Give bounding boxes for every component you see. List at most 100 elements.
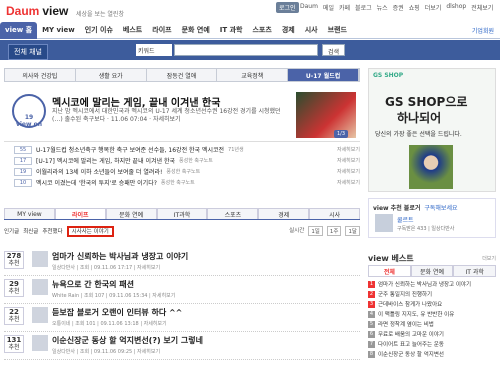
best-item-title[interactable]: 근데바이스 참게가 나왔아요: [378, 300, 442, 308]
sort-recommended[interactable]: 추천했다: [42, 227, 62, 235]
sort-latest[interactable]: 최신글: [23, 227, 38, 235]
best-item-title[interactable]: 무료로 배움의 고마운 이야기: [378, 330, 444, 338]
sort-popular[interactable]: 인기글: [4, 227, 19, 235]
best-more-link[interactable]: 더보기: [482, 255, 496, 262]
blogger-avatar[interactable]: [32, 251, 48, 267]
topic-tab-worldcup[interactable]: U-17 월드컵: [288, 69, 359, 81]
nav-tab-home[interactable]: view 홈: [0, 21, 38, 39]
nav-tab-best[interactable]: 베스트: [118, 22, 147, 39]
category-tab-it[interactable]: IT과학: [156, 208, 208, 219]
best-item-title[interactable]: 이 맥틀링 지지도, 유 반반한 이유: [378, 310, 454, 318]
best-item[interactable]: 6 무료로 배움의 고마운 이야기: [368, 329, 496, 339]
item-title[interactable]: U-17월드컵 청소년축구 행복한 축구 보여준 선수들, 16강전 한국 멕시…: [36, 145, 224, 154]
nav-tab-current[interactable]: 시사: [300, 22, 323, 39]
blogger-avatar[interactable]: [32, 307, 48, 323]
search-input[interactable]: [174, 44, 318, 56]
top-link-stock[interactable]: 증권: [393, 3, 404, 12]
all-channels-button[interactable]: 전체 채널: [8, 44, 48, 60]
best-item-title[interactable]: 군주 통일지의 진행하기: [378, 290, 432, 298]
search-button[interactable]: 검색: [322, 44, 346, 56]
search-type-select[interactable]: 키워드: [136, 44, 172, 56]
nav-tab-issue[interactable]: 인기 이슈: [80, 22, 118, 39]
featured-pager[interactable]: 1/3: [334, 130, 349, 138]
period-1day[interactable]: 1일: [308, 226, 323, 236]
best-item-title[interactable]: 이순신장군 동상 할 억지변선: [378, 350, 444, 358]
item-title[interactable]: [U-17] 멕시코에 말리는 게임, 하지만 끝내 이겨낸 한국: [36, 156, 175, 165]
nav-tab-brand[interactable]: 브랜드: [323, 22, 352, 39]
best-item[interactable]: 3 근데바이스 참게가 나왔아요: [368, 299, 496, 309]
recommend-count[interactable]: 131 추천: [4, 335, 24, 353]
top-link-all[interactable]: 전체보기: [471, 3, 493, 12]
daum-view-logo[interactable]: Daum view: [6, 4, 68, 18]
top-link-news[interactable]: 뉴스: [377, 3, 388, 12]
article-row: 131 추천 이순신장군 동상 할 억지변선(?) 보기 그렇네 일상다반사 | 조…: [4, 332, 360, 360]
item-source[interactable]: 71년생: [228, 146, 244, 153]
recommend-count[interactable]: 22 추천: [4, 307, 24, 325]
item-more-link[interactable]: 자세히보기: [337, 168, 360, 175]
best-item[interactable]: 2 군주 통일지의 진행하기: [368, 289, 496, 299]
top-link-mail[interactable]: 메일: [323, 3, 334, 12]
topic-tab-celeb[interactable]: 잠동건 열애: [146, 69, 218, 81]
article-title[interactable]: 엄마가 신뢰하는 박사님과 냉장고 이야기: [52, 251, 360, 262]
category-tab-sports[interactable]: 스포츠: [207, 208, 259, 219]
topic-tab-education[interactable]: 교육정책: [217, 69, 289, 81]
blogger-name[interactable]: 쿨르트: [397, 215, 414, 224]
best-item-title[interactable]: 라면 정착계 옆이는 비법: [378, 320, 434, 328]
nav-tab-culture[interactable]: 문화 연예: [177, 22, 215, 39]
blogger-avatar[interactable]: [32, 335, 48, 351]
top-link-more[interactable]: 더보기: [425, 3, 442, 12]
nav-tab-life[interactable]: 라이프: [147, 22, 176, 39]
recommend-count[interactable]: 278 추천: [4, 251, 24, 269]
best-tab-culture[interactable]: 문화 연예: [410, 265, 454, 277]
top-link-cafe[interactable]: 카페: [339, 3, 350, 12]
category-tab-myview[interactable]: MY view: [4, 208, 55, 219]
nav-tab-it[interactable]: IT 과학: [215, 22, 248, 39]
subcategory-highlight[interactable]: 시사사는 이야기: [66, 225, 114, 237]
item-source[interactable]: 풍성한 축구노트: [161, 179, 195, 186]
item-more-link[interactable]: 자세히보기: [337, 146, 360, 153]
topic-tab-yoga[interactable]: 생활 요가: [75, 69, 147, 81]
nav-tab-sports[interactable]: 스포츠: [247, 22, 276, 39]
item-more-link[interactable]: 자세히보기: [337, 179, 360, 186]
item-more-link[interactable]: 자세히보기: [337, 157, 360, 164]
nav-tab-economy[interactable]: 경제: [277, 22, 300, 39]
item-title[interactable]: 이월리라의 13세 이하 소년들이 보여줄 더 열려라!: [36, 167, 162, 176]
subscribe-link[interactable]: 구독해보세요: [424, 205, 457, 212]
best-tab-all[interactable]: 전체: [368, 265, 411, 277]
corporate-member-link[interactable]: 기업회원: [467, 22, 500, 39]
article-title[interactable]: 이순신장군 동상 할 억지변선(?) 보기 그렇네: [52, 335, 360, 346]
category-tab-life[interactable]: 라이프: [54, 208, 106, 219]
category-tab-current[interactable]: 시사: [309, 208, 361, 219]
topic-tabs: 의사와 건강팁 생활 요가 잠동건 열애 교육정책 U-17 월드컵: [4, 68, 360, 82]
period-realtime[interactable]: 실시간: [289, 226, 304, 236]
top-link-daum[interactable]: Daum: [300, 3, 318, 12]
article-title[interactable]: 듣보잡 블로거 오랜이 인터뷰 하다 ^^: [52, 307, 360, 318]
item-title[interactable]: 멕시코 이겼는데 '한국의 투지'로 승패만 이기다?: [36, 178, 157, 187]
best-item[interactable]: 8 이순신장군 동상 할 억지변선: [368, 349, 496, 359]
best-item-title[interactable]: 엄마가 신뢰하는 박사님과 냉장고 이야기: [378, 280, 471, 288]
top-link-user[interactable]: dlshop: [446, 3, 466, 12]
topic-tab-health[interactable]: 의사와 건강팁: [5, 69, 76, 81]
best-item[interactable]: 1 엄마가 신뢰하는 박사님과 냉장고 이야기: [368, 279, 496, 289]
featured-title[interactable]: 멕시코에 말리는 게임, 끝내 이겨낸 한국: [52, 94, 220, 109]
article-title[interactable]: 뉴욕으로 간 한국의 패션: [52, 279, 360, 290]
period-1week[interactable]: 1주: [326, 226, 342, 236]
period-1month[interactable]: 1달: [345, 226, 360, 236]
best-item-title[interactable]: 다이어트 표고 늘어주는 운동: [378, 340, 444, 348]
best-item[interactable]: 5 라면 정착계 옆이는 비법: [368, 319, 496, 329]
top-link-shop[interactable]: 쇼핑: [409, 3, 420, 12]
item-source[interactable]: 풍성한 축구노트: [179, 157, 213, 164]
blogger-avatar[interactable]: [375, 214, 393, 232]
login-button[interactable]: 로그인: [276, 2, 299, 13]
blogger-avatar[interactable]: [32, 279, 48, 295]
category-tab-economy[interactable]: 경제: [258, 208, 310, 219]
best-item[interactable]: 7 다이어트 표고 늘어주는 운동: [368, 339, 496, 349]
best-tab-it[interactable]: IT 과학: [453, 265, 497, 277]
nav-tab-myview[interactable]: MY view: [37, 22, 80, 39]
top-link-blog[interactable]: 블로그: [355, 3, 372, 12]
gs-shop-ad-banner[interactable]: GS SHOP GS SHOP으로 하나되어 당신의 가장 좋은 선택을 드립니…: [368, 68, 496, 192]
recommend-count[interactable]: 29 추천: [4, 279, 24, 297]
item-source[interactable]: 풍성한 축구노트: [166, 168, 200, 175]
best-item[interactable]: 4이 맥틀링 지지도, 유 반반한 이유: [368, 309, 496, 319]
category-tab-culture[interactable]: 문화 연예: [105, 208, 157, 219]
